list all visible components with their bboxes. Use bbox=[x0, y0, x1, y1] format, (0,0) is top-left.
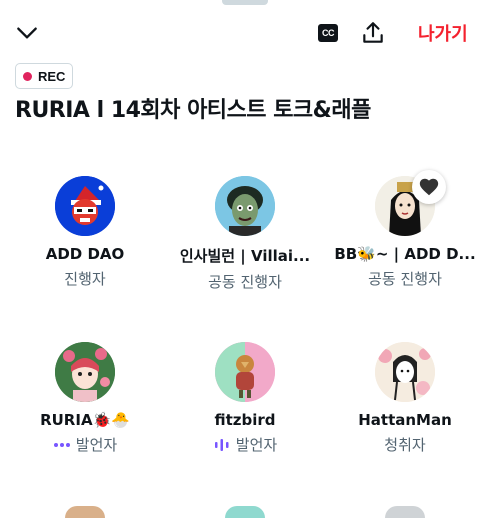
share-icon[interactable] bbox=[360, 20, 386, 46]
drag-handle[interactable] bbox=[222, 0, 268, 5]
speaker-name: HattanMan bbox=[358, 411, 452, 429]
speaker-name: ADD DAO bbox=[45, 245, 125, 263]
captions-button[interactable]: CC bbox=[318, 24, 338, 42]
partial-avatar bbox=[225, 506, 265, 518]
chevron-down-icon[interactable] bbox=[14, 20, 40, 46]
speaker-role: 공동 진행자 bbox=[368, 270, 442, 288]
speaker-name: 인사빌런 | Villai... bbox=[179, 247, 311, 265]
avatar bbox=[375, 342, 435, 402]
speaker-card[interactable]: RURIA🐞🐣 발언자 bbox=[10, 342, 160, 455]
speaker-role: 발언자 bbox=[10, 434, 160, 455]
leave-button[interactable]: 나가기 bbox=[418, 20, 468, 46]
speaker-role: 진행자 bbox=[64, 270, 106, 288]
speaker-card[interactable]: HattanMan 청취자 bbox=[330, 342, 480, 455]
speaker-card[interactable]: 인사빌런 | Villai... 공동 진행자 bbox=[170, 176, 320, 292]
partial-avatar bbox=[385, 506, 425, 518]
space-title: RURIA l 14회차 아티스트 토크&래플 bbox=[15, 98, 371, 123]
speaker-role: 청취자 bbox=[384, 436, 426, 454]
partial-avatar bbox=[65, 506, 105, 518]
rec-label: REC bbox=[38, 68, 66, 84]
avatar bbox=[55, 176, 115, 236]
recording-badge: REC bbox=[15, 63, 74, 89]
record-dot-icon bbox=[23, 71, 32, 81]
speaker-card[interactable]: ADD DAO 진행자 bbox=[10, 176, 160, 289]
speaker-name: RURIA🐞🐣 bbox=[40, 411, 130, 429]
heart-icon bbox=[419, 178, 439, 196]
avatar bbox=[55, 342, 115, 402]
avatar bbox=[215, 342, 275, 402]
speaker-role: 발언자 bbox=[170, 434, 320, 455]
speaker-card[interactable]: BB🐝~ | ADD D... 공동 진행자 bbox=[330, 176, 480, 289]
audio-wave-icon bbox=[214, 438, 229, 451]
speaker-card[interactable]: fitzbird 발언자 bbox=[170, 342, 320, 455]
avatar bbox=[215, 176, 275, 236]
speaking-dots-icon bbox=[53, 442, 70, 447]
speaker-name: fitzbird bbox=[214, 411, 276, 429]
heart-reaction-badge bbox=[412, 170, 446, 204]
top-bar: CC 나가기 bbox=[0, 14, 488, 54]
speaker-name: BB🐝~ | ADD D... bbox=[334, 245, 476, 263]
speaker-role: 공동 진행자 bbox=[208, 273, 282, 291]
